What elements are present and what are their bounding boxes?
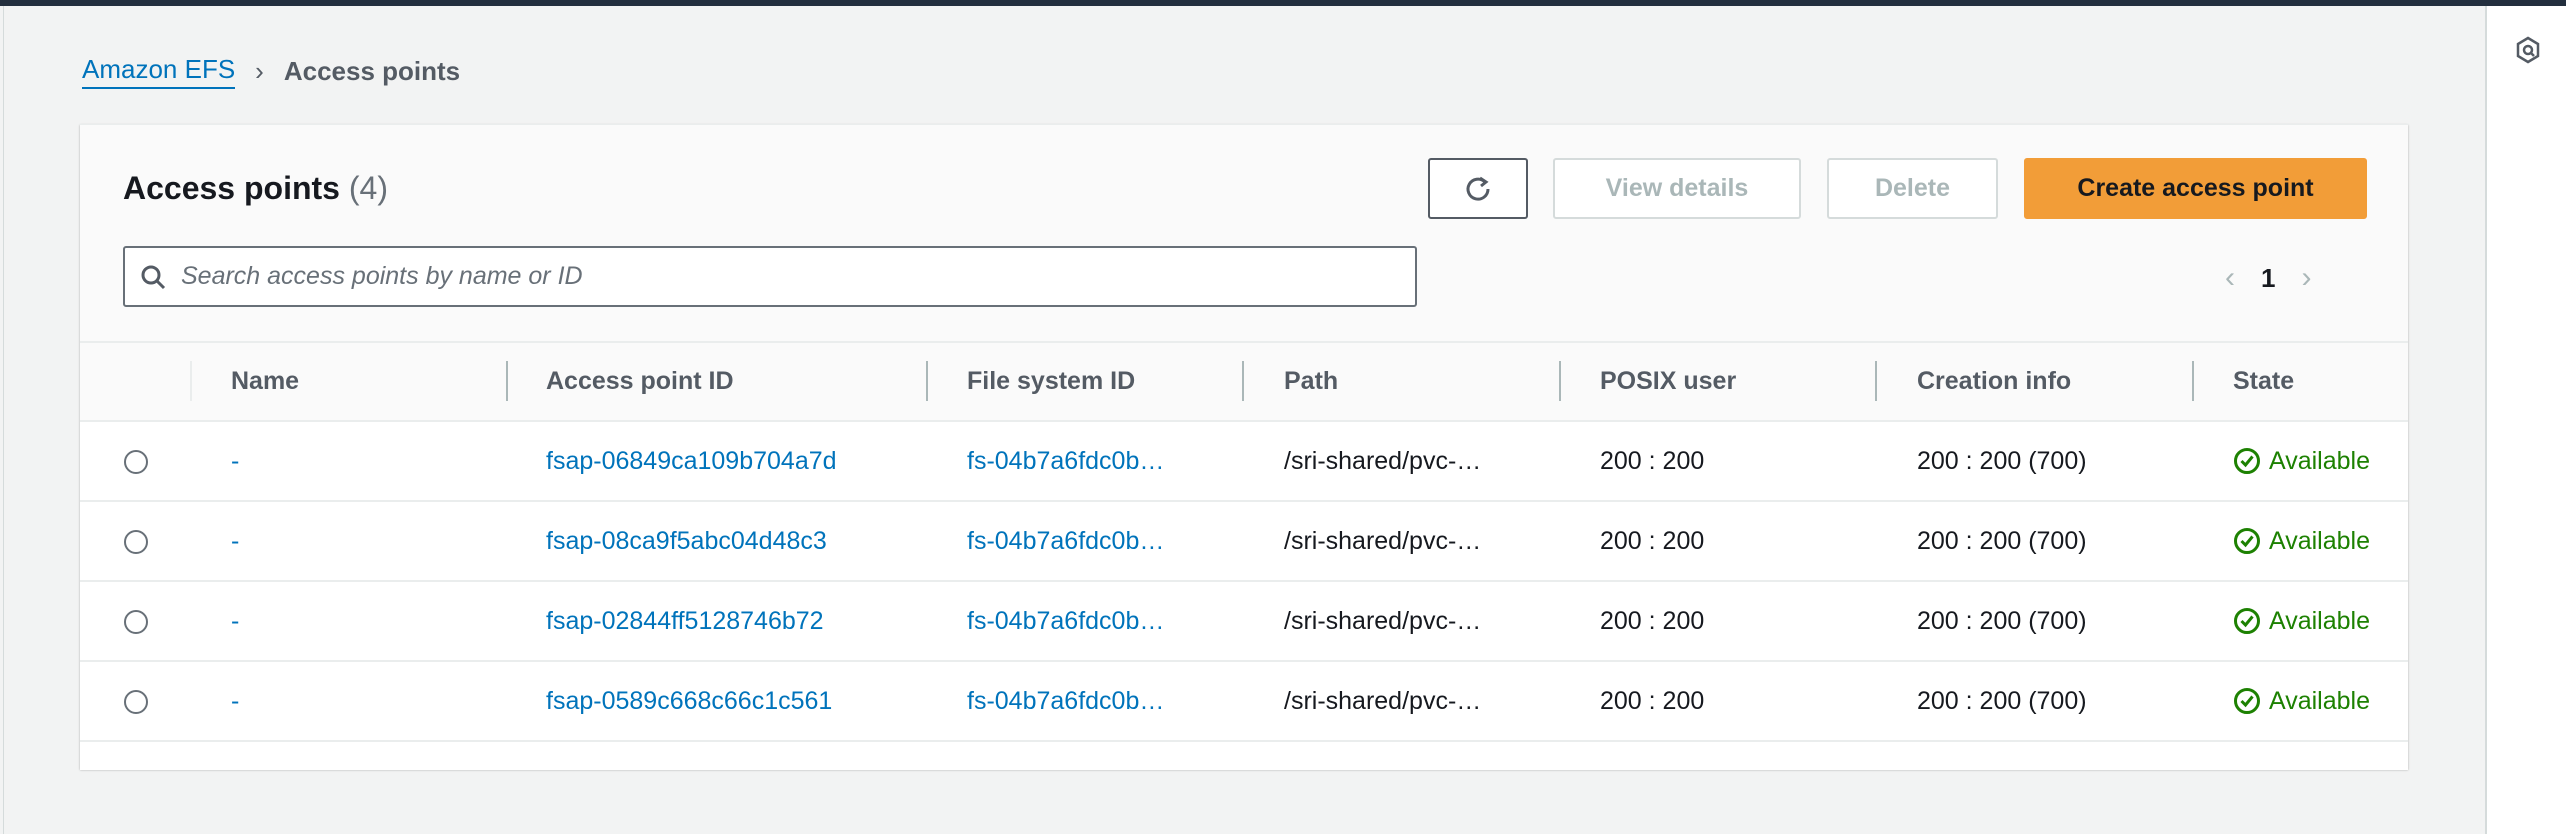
column-resizer[interactable] [1875, 361, 1877, 401]
posix-user-cell: 200 : 200 [1600, 446, 1705, 475]
item-count: (4) [348, 170, 388, 206]
chevron-right-icon: › [255, 56, 264, 86]
creation-info-cell: 200 : 200 (700) [1917, 686, 2087, 715]
creation-info-cell: 200 : 200 (700) [1917, 526, 2087, 555]
path-cell: /sri-shared/pvc-… [1284, 606, 1482, 635]
right-tools-panel [2485, 6, 2566, 834]
state-label: Available [2269, 686, 2371, 715]
search-input[interactable] [181, 262, 1381, 291]
creation-info-cell: 200 : 200 (700) [1917, 606, 2087, 635]
column-resizer[interactable] [2192, 361, 2194, 401]
search-icon [141, 265, 166, 289]
delete-button[interactable]: Delete [1827, 158, 1998, 219]
state-cell: Available [2233, 582, 2408, 660]
previous-page-icon[interactable]: ‹ [2225, 261, 2235, 295]
column-resizer[interactable] [926, 361, 928, 401]
column-divider [190, 361, 192, 401]
row-select-radio[interactable] [124, 690, 148, 714]
console-top-bar [0, 0, 2566, 6]
name-cell[interactable]: - [231, 582, 531, 660]
refresh-icon [1466, 176, 1490, 201]
row-select-radio[interactable] [124, 450, 148, 474]
column-header-path[interactable]: Path [1284, 343, 1524, 420]
column-header-creation-info[interactable]: Creation info [1917, 343, 2217, 420]
column-header-name[interactable]: Name [231, 343, 531, 420]
posix-user-cell: 200 : 200 [1600, 686, 1705, 715]
state-label: Available [2269, 446, 2371, 475]
name-cell[interactable]: - [231, 422, 531, 500]
left-nav-edge [0, 6, 4, 834]
create-access-point-button[interactable]: Create access point [2024, 158, 2367, 219]
access-point-id-link[interactable]: fsap-08ca9f5abc04d48c3 [546, 502, 946, 580]
pagination: ‹ 1 › [2225, 261, 2311, 295]
table-row[interactable]: - fsap-02844ff5128746b72 fs-04b7a6fdc0b…… [80, 580, 2408, 660]
posix-user-cell: 200 : 200 [1600, 606, 1705, 635]
access-points-panel: Access points (4) View details Delete Cr… [80, 124, 2408, 770]
table-row[interactable]: - fsap-0589c668c66c1c561 fs-04b7a6fdc0b…… [80, 660, 2408, 740]
breadcrumb-current: Access points [283, 56, 461, 86]
table-row[interactable]: - fsap-06849ca109b704a7d fs-04b7a6fdc0b…… [80, 420, 2408, 500]
column-header-state[interactable]: State [2233, 343, 2408, 420]
access-point-id-link[interactable]: fsap-06849ca109b704a7d [546, 422, 946, 500]
cloudshell-help-icon[interactable] [2515, 36, 2541, 64]
name-cell[interactable]: - [231, 662, 531, 740]
file-system-id-link[interactable]: fs-04b7a6fdc0b… [967, 582, 1207, 660]
path-cell: /sri-shared/pvc-… [1284, 686, 1482, 715]
status-success-icon [2234, 448, 2260, 474]
refresh-button[interactable] [1428, 158, 1528, 219]
search-box [123, 246, 1417, 307]
column-resizer[interactable] [506, 361, 508, 401]
name-cell[interactable]: - [231, 502, 531, 580]
creation-info-cell: 200 : 200 (700) [1917, 446, 2087, 475]
column-header-file-system-id[interactable]: File system ID [967, 343, 1207, 420]
state-label: Available [2269, 606, 2371, 635]
file-system-id-link[interactable]: fs-04b7a6fdc0b… [967, 662, 1207, 740]
breadcrumb-amazon-efs[interactable]: Amazon EFS [82, 54, 236, 89]
status-success-icon [2234, 688, 2260, 714]
breadcrumb: Amazon EFS › Access points [82, 54, 460, 89]
column-resizer[interactable] [1242, 361, 1244, 401]
table-row[interactable]: - fsap-08ca9f5abc04d48c3 fs-04b7a6fdc0b…… [80, 500, 2408, 580]
row-select-radio[interactable] [124, 610, 148, 634]
status-success-icon [2234, 608, 2260, 634]
table-footer-spacer [80, 740, 2408, 770]
posix-user-cell: 200 : 200 [1600, 526, 1705, 555]
view-details-button[interactable]: View details [1553, 158, 1801, 219]
page-title: Access points (4) [123, 170, 388, 207]
title-text: Access points [123, 170, 340, 206]
file-system-id-link[interactable]: fs-04b7a6fdc0b… [967, 502, 1207, 580]
state-label: Available [2269, 526, 2371, 555]
path-cell: /sri-shared/pvc-… [1284, 526, 1482, 555]
status-success-icon [2234, 528, 2260, 554]
column-header-posix-user[interactable]: POSIX user [1600, 343, 1900, 420]
access-point-id-link[interactable]: fsap-0589c668c66c1c561 [546, 662, 946, 740]
state-cell: Available [2233, 422, 2408, 500]
next-page-icon[interactable]: › [2301, 261, 2311, 295]
state-cell: Available [2233, 502, 2408, 580]
column-resizer[interactable] [1559, 361, 1561, 401]
row-select-radio[interactable] [124, 530, 148, 554]
file-system-id-link[interactable]: fs-04b7a6fdc0b… [967, 422, 1207, 500]
state-cell: Available [2233, 662, 2408, 740]
column-header-access-point-id[interactable]: Access point ID [546, 343, 946, 420]
access-point-id-link[interactable]: fsap-02844ff5128746b72 [546, 582, 946, 660]
path-cell: /sri-shared/pvc-… [1284, 446, 1482, 475]
page-number[interactable]: 1 [2261, 263, 2275, 294]
access-points-table: Name Access point ID File system ID Path… [80, 341, 2408, 770]
table-header: Name Access point ID File system ID Path… [80, 341, 2408, 420]
